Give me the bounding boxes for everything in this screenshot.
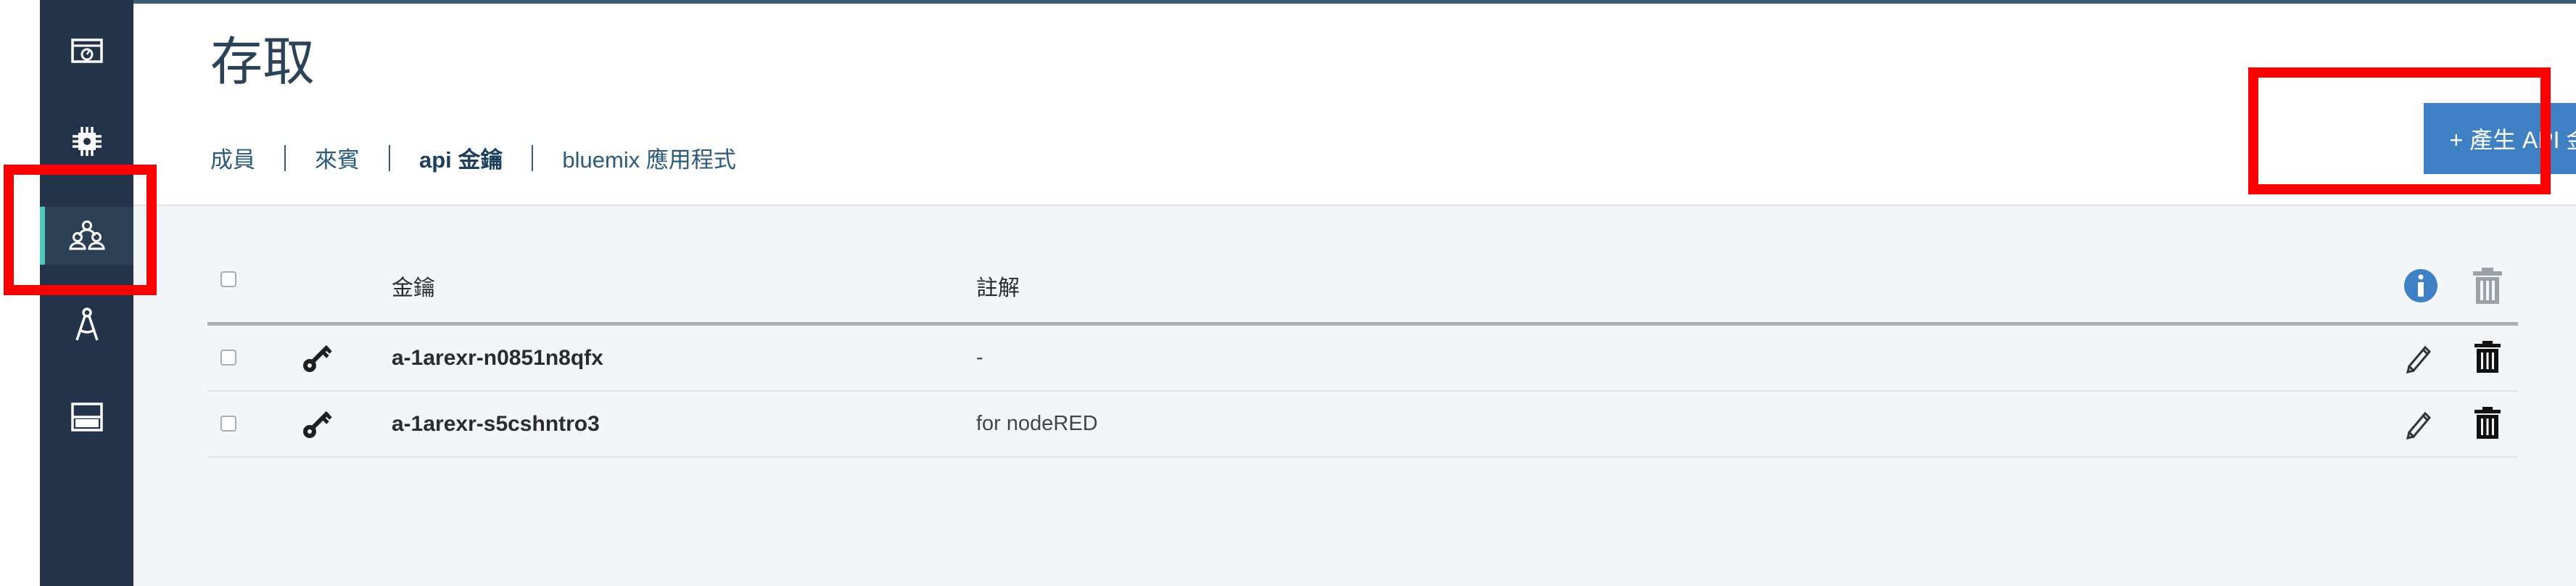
pencil-icon[interactable] [2403,342,2435,374]
key-icon [303,410,332,438]
tab-bluemix-apps[interactable]: bluemix 應用程式 [562,141,735,174]
page-header: 存取 成員 來賓 api 金鑰 bluemix 應用程式 + 產生 API 金鑰 [133,4,2576,206]
info-icon[interactable] [2403,268,2438,303]
api-keys-table: 金鑰 註解 a-1arexr-n0851n8qfx - a-1arexr-s5c… [207,242,2518,458]
row-checkbox[interactable] [220,416,236,432]
dashboard-icon [70,38,103,63]
storage-icon [70,403,103,432]
api-key-value: a-1arexr-s5cshntro3 [392,412,600,436]
column-header-key: 金鑰 [392,276,435,300]
select-all-checkbox[interactable] [220,271,236,287]
api-key-note: for nodeRED [976,412,1098,435]
row-checkbox[interactable] [220,350,236,366]
access-tabs: 成員 來賓 api 金鑰 bluemix 應用程式 [210,141,736,174]
delete-row-icon[interactable] [2473,406,2502,440]
trash-icon [2473,268,2502,304]
highlight-box-sidebar [4,165,157,295]
chip-icon [72,127,102,156]
table-row[interactable]: a-1arexr-n0851n8qfx - [207,326,2518,392]
column-header-note: 註解 [976,276,1020,300]
tab-members[interactable]: 成員 [210,141,255,174]
sidebar-item-storage[interactable] [40,388,133,446]
compass-icon [75,308,99,341]
sidebar-item-devices[interactable] [40,112,133,170]
tab-separator [532,144,534,171]
api-key-value: a-1arexr-n0851n8qfx [392,346,603,370]
pencil-icon[interactable] [2403,408,2435,440]
tab-guests[interactable]: 來賓 [315,141,360,174]
sidebar-item-dashboard[interactable] [40,22,133,80]
api-key-note: - [976,346,983,369]
tab-separator [284,144,286,171]
page-title: 存取 [210,33,315,91]
highlight-box-create-button [2248,67,2551,194]
tab-separator [389,144,390,171]
table-header: 金鑰 註解 [207,242,2518,326]
api-keys-panel: 金鑰 註解 a-1arexr-n0851n8qfx - a-1arexr-s5c… [133,206,2576,586]
sidebar-item-rules[interactable] [40,296,133,354]
table-row[interactable]: a-1arexr-s5cshntro3 for nodeRED [207,392,2518,458]
tab-api-keys[interactable]: api 金鑰 [419,141,503,174]
delete-row-icon[interactable] [2473,340,2502,374]
key-icon [303,344,332,372]
